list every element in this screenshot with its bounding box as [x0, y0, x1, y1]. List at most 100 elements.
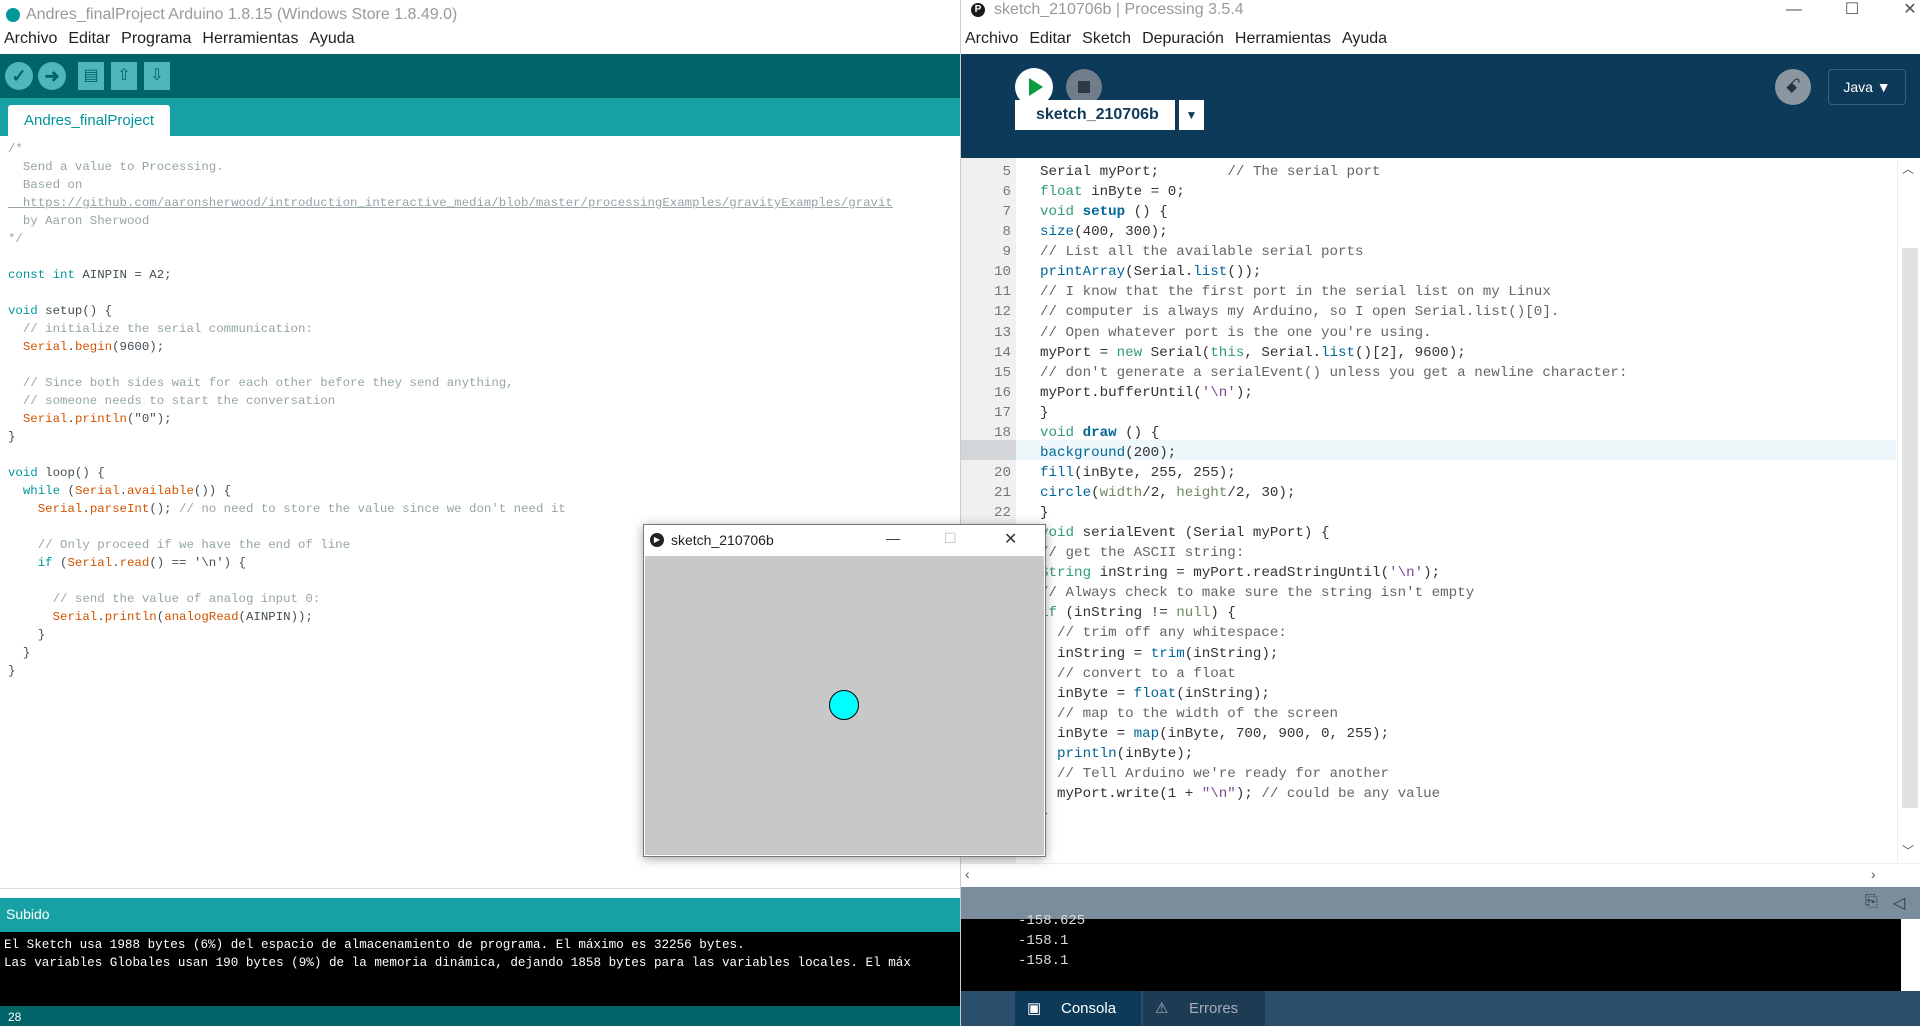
sketch-canvas[interactable] — [645, 556, 1044, 855]
code-line: Serial.parseInt(); // no need to store t… — [37, 502, 566, 516]
console-line: -158.625 — [1018, 913, 1086, 929]
arduino-window-title: Andres_finalProject Arduino 1.8.15 (Wind… — [26, 6, 458, 23]
scroll-thumb[interactable] — [1902, 248, 1918, 808]
code-line: const int AINPIN = A2; — [8, 268, 172, 282]
collapse-console-icon[interactable]: ◁ — [1893, 893, 1905, 913]
code-line: if (Serial.read() == '\n') { — [37, 556, 246, 570]
code-link[interactable]: https://github.com/aaronsherwood/introdu… — [8, 196, 893, 210]
menu-editar[interactable]: Editar — [68, 30, 110, 48]
code-line: Serial.println(analogRead(AINPIN)); — [52, 610, 313, 624]
circle — [829, 690, 859, 720]
console-scrollbar[interactable] — [1901, 919, 1920, 991]
code-line: // Only proceed if we have the end of li… — [8, 538, 351, 552]
scroll-down-icon[interactable]: ﹀ — [1902, 842, 1914, 859]
save-icon[interactable]: ⇩ — [144, 62, 170, 90]
processing-menu-bar: Archivo Editar Sketch Depuración Herramienta… — [965, 30, 1398, 54]
code-line: Based on — [8, 178, 83, 192]
menu-depuracion[interactable]: Depuración — [1142, 30, 1224, 48]
arduino-title-bar: Andres_finalProject Arduino 1.8.15 (Wind… — [0, 0, 960, 30]
copy-console-icon[interactable]: ⎘ — [1865, 893, 1878, 911]
minimize-icon[interactable]: — — [886, 530, 900, 546]
minimize-icon[interactable]: — — [1771, 0, 1817, 20]
sketch-title-bar: ▶ sketch_210706b — ☐ ✕ — [644, 525, 1045, 555]
sketch-output-window[interactable]: ▶ sketch_210706b — ☐ ✕ — [643, 524, 1046, 857]
code-line: */ — [8, 232, 23, 246]
code-line: /* — [8, 142, 23, 156]
console-line: Las variables Globales usan 190 bytes (9… — [4, 956, 911, 970]
tab-andres-finalproject[interactable]: Andres_finalProject — [8, 105, 171, 136]
sketch-window-title: sketch_210706b — [671, 532, 774, 548]
code-line: void setup() { — [8, 304, 113, 318]
code-line: void loop() { — [8, 466, 105, 480]
code-line: } — [8, 664, 16, 678]
arduino-footer: 28 — [0, 1006, 960, 1026]
mode-selector[interactable]: Java ▼ — [1828, 69, 1906, 105]
open-icon[interactable]: ⇧ — [111, 62, 137, 90]
console-output: -158.625 -158.1 -158.1 — [961, 911, 1901, 971]
code-line: } — [8, 628, 46, 642]
warning-icon: ⚠ — [1155, 1000, 1169, 1017]
console-line: -158.1 — [1018, 953, 1069, 969]
new-icon[interactable]: ▤ — [78, 62, 104, 90]
upload-status: Subido — [6, 906, 50, 922]
code-line: Send a value to Processing. — [8, 160, 224, 174]
scroll-left-icon[interactable]: ‹ — [965, 866, 970, 882]
code-line: // Since both sides wait for each other … — [8, 376, 514, 390]
menu-sketch[interactable]: Sketch — [1082, 30, 1131, 48]
errors-tab-label: Errores — [1189, 1000, 1239, 1017]
code-line: Serial.println("0"); — [22, 412, 172, 426]
processing-play-icon: ▶ — [650, 533, 664, 547]
line-number-indicator: 28 — [8, 1010, 22, 1024]
arduino-logo-icon — [6, 8, 20, 22]
upload-icon[interactable]: ➜ — [38, 62, 66, 90]
close-icon[interactable]: ✕ — [1887, 0, 1920, 20]
menu-herramientas[interactable]: Herramientas — [1235, 30, 1331, 48]
arduino-tab-bar: Andres_finalProject — [0, 98, 960, 136]
maximize-icon[interactable]: ☐ — [944, 530, 957, 547]
code-line: by Aaron Sherwood — [8, 214, 150, 228]
menu-ayuda[interactable]: Ayuda — [309, 30, 354, 48]
vertical-scrollbar[interactable]: ︿ ﹀ — [1897, 158, 1920, 863]
scroll-right-icon[interactable]: › — [1871, 866, 1876, 882]
menu-editar[interactable]: Editar — [1029, 30, 1071, 48]
tab-errors[interactable]: ⚠ Errores — [1143, 991, 1265, 1026]
debug-button-icon[interactable]: ꗃ — [1775, 69, 1811, 105]
verify-icon[interactable]: ✓ — [5, 62, 33, 90]
scroll-up-icon[interactable]: ︿ — [1902, 160, 1914, 177]
code-line: while (Serial.available()) { — [22, 484, 232, 498]
console-tab-bar: ▣ Consola ⚠ Errores — [961, 991, 1920, 1026]
menu-herramientas[interactable]: Herramientas — [202, 30, 298, 48]
console-tab-label: Consola — [1061, 1000, 1117, 1017]
arduino-window: Andres_finalProject Arduino 1.8.15 (Wind… — [0, 0, 960, 1026]
stop-icon — [1078, 81, 1090, 93]
console-icon: ▣ — [1027, 1000, 1042, 1017]
maximize-icon[interactable]: ☐ — [1829, 0, 1875, 20]
code-line: // initialize the serial communication: — [8, 322, 313, 336]
processing-logo-icon: P — [971, 3, 985, 17]
processing-console[interactable]: -158.625 -158.1 -158.1 — [961, 913, 1901, 991]
tab-menu-chevron-down-icon[interactable]: ▼ — [1179, 100, 1204, 130]
code-line: Serial.begin(9600); — [22, 340, 165, 354]
menu-programa[interactable]: Programa — [121, 30, 191, 48]
code-line: } — [8, 646, 31, 660]
processing-toolbar: ꗃ Java ▼ sketch_210706b ▼ — [961, 54, 1920, 158]
code-line: } — [8, 430, 16, 444]
code-line: // send the value of analog input 0: — [8, 592, 321, 606]
close-icon[interactable]: ✕ — [1004, 529, 1017, 549]
menu-archivo[interactable]: Archivo — [4, 30, 57, 48]
arduino-console[interactable]: El Sketch usa 1988 bytes (6%) del espaci… — [0, 932, 960, 1006]
console-line: -158.1 — [1018, 933, 1069, 949]
processing-title-bar: P sketch_210706b | Processing 3.5.4 — ☐ … — [961, 0, 1920, 30]
processing-window-title: sketch_210706b | Processing 3.5.4 — [994, 1, 1244, 18]
processing-code: Serial myPort; // The serial port float … — [1040, 164, 1628, 822]
tab-console[interactable]: ▣ Consola — [1015, 991, 1141, 1026]
arduino-message-bar: Subido — [0, 898, 960, 932]
processing-code-editor[interactable]: 5 6 7 8 9 10 11 12 13 14 15 16 17 18 19 … — [961, 158, 1920, 863]
horizontal-scrollbar[interactable]: ‹ › — [961, 863, 1920, 888]
menu-archivo[interactable]: Archivo — [965, 30, 1018, 48]
code-line: // someone needs to start the conversati… — [8, 394, 336, 408]
menu-ayuda[interactable]: Ayuda — [1342, 30, 1387, 48]
tab-sketch-210706b[interactable]: sketch_210706b — [1015, 100, 1175, 130]
play-icon — [1029, 78, 1043, 96]
arduino-toolbar: ✓ ➜ ▤ ⇧ ⇩ — [0, 54, 960, 98]
